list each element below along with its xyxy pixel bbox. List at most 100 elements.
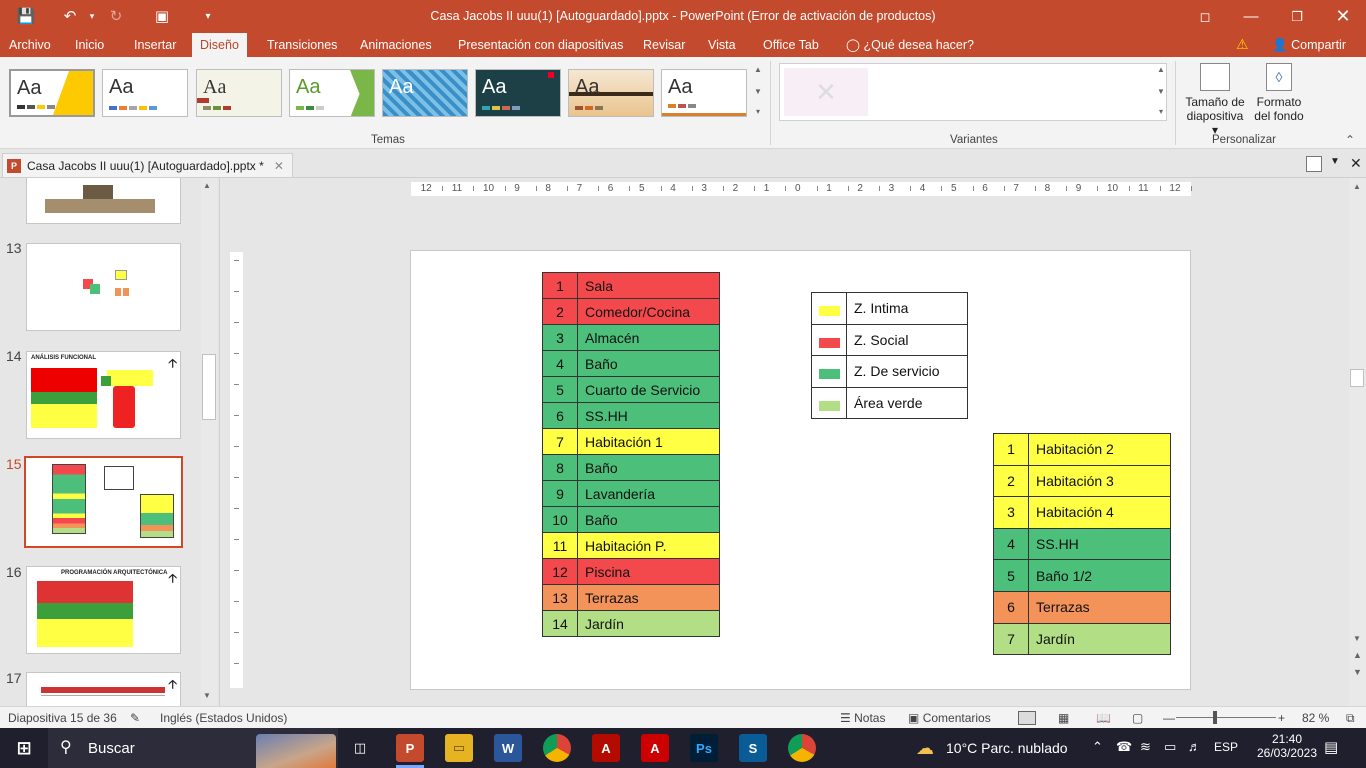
themes-scroll-down-icon[interactable]: ▼ <box>751 87 765 96</box>
table1-number-cell[interactable]: 3 <box>542 324 578 351</box>
table2-row[interactable]: 3 Habitación 4 <box>993 496 1171 529</box>
theme-7[interactable]: Aa <box>568 69 654 117</box>
close-tab-icon[interactable]: ✕ <box>274 159 284 173</box>
legend-row[interactable]: Z. Intima <box>811 292 968 325</box>
legend-label-cell[interactable]: Área verde <box>846 386 968 420</box>
table1-row[interactable]: 5 Cuarto de Servicio <box>542 376 720 403</box>
canvas-vertical-scrollbar[interactable]: ▲ ▼ ▲ ▼ <box>1349 178 1366 706</box>
table1-row[interactable]: 12 Piscina <box>542 558 720 585</box>
table1-row[interactable]: 13 Terrazas <box>542 584 720 611</box>
table2-number-cell[interactable]: 3 <box>993 496 1029 529</box>
zoom-level[interactable]: 82 % <box>1302 711 1329 725</box>
zone-legend-table[interactable]: Z. Intima Z. Social Z. De servicio Área ver… <box>811 292 968 420</box>
tab-vista[interactable]: Vista <box>700 33 744 57</box>
volume-icon[interactable]: ♬ <box>1188 739 1201 754</box>
table1-row[interactable]: 9 Lavandería <box>542 480 720 507</box>
table1-number-cell[interactable]: 1 <box>542 272 578 299</box>
legend-row[interactable]: Z. Social <box>811 323 968 357</box>
table2-number-cell[interactable]: 7 <box>993 622 1029 656</box>
format-background-button[interactable]: ◊ Formato del fondo <box>1250 63 1308 131</box>
table2-row[interactable]: 7 Jardín <box>993 622 1171 656</box>
table1-row[interactable]: 10 Baño <box>542 506 720 533</box>
table1-number-cell[interactable]: 12 <box>542 558 578 585</box>
notifications-icon[interactable]: ▤ <box>1324 738 1338 756</box>
table2-number-cell[interactable]: 2 <box>993 464 1029 498</box>
theme-4[interactable]: Aa <box>289 69 375 117</box>
theme-5[interactable]: Aa <box>382 69 468 117</box>
table1-label-cell[interactable]: Piscina <box>577 558 720 585</box>
table2-number-cell[interactable]: 4 <box>993 527 1029 561</box>
table1-label-cell[interactable]: SS.HH <box>577 402 720 429</box>
slide-thumbnail-15[interactable] <box>24 456 183 548</box>
table1-number-cell[interactable]: 11 <box>542 532 578 559</box>
slide-thumbnail-12[interactable] <box>26 178 181 224</box>
table2-row[interactable]: 6 Terrazas <box>993 590 1171 624</box>
theme-3[interactable]: Aa <box>196 69 282 117</box>
thumbnail-scroll-thumb[interactable] <box>202 354 216 420</box>
table2-row[interactable]: 1 Habitación 2 <box>993 433 1171 466</box>
acrobat-icon[interactable]: A <box>592 734 620 762</box>
previous-slide-icon[interactable]: ▲ <box>1353 650 1362 660</box>
clock[interactable]: 21:40 26/03/2023 <box>1257 732 1317 760</box>
task-view-icon[interactable]: ◫ <box>346 734 374 762</box>
table1-label-cell[interactable]: Cuarto de Servicio <box>577 376 720 403</box>
table1-row[interactable]: 11 Habitación P. <box>542 532 720 559</box>
table1-label-cell[interactable]: Habitación P. <box>577 532 720 559</box>
tell-me-box[interactable]: ◯ ¿Qué desea hacer? <box>838 33 982 57</box>
slide-thumbnail-14[interactable]: ANÁLISIS FUNCIONAL 🡡 <box>26 351 181 439</box>
chrome-profile-icon[interactable] <box>788 734 816 762</box>
powerpoint-taskbar-icon[interactable]: P <box>396 734 424 762</box>
slide-sorter-icon[interactable]: ▦ <box>1058 711 1069 725</box>
photoshop-icon[interactable]: Ps <box>690 734 718 762</box>
word-taskbar-icon[interactable]: W <box>494 734 522 762</box>
slide-thumbnail-16[interactable]: PROGRAMACIÓN ARQUITECTÓNICA 🡡 <box>26 566 181 654</box>
table1-number-cell[interactable]: 13 <box>542 584 578 611</box>
table2-label-cell[interactable]: Habitación 3 <box>1028 464 1171 498</box>
table1-row[interactable]: 3 Almacén <box>542 324 720 351</box>
legend-row[interactable]: Área verde <box>811 386 968 420</box>
document-tab[interactable]: P Casa Jacobs II uuu(1) [Autoguardado].p… <box>2 153 293 177</box>
wifi-icon[interactable]: ≋ <box>1140 739 1151 755</box>
table1-number-cell[interactable]: 7 <box>542 428 578 455</box>
table1-label-cell[interactable]: Almacén <box>577 324 720 351</box>
table2-number-cell[interactable]: 5 <box>993 559 1029 592</box>
comments-button[interactable]: ▣ Comentarios <box>908 711 991 725</box>
new-tab-icon[interactable] <box>1306 156 1322 172</box>
variants-more-icon[interactable]: ▾ <box>1154 107 1168 116</box>
program-table-second-floor[interactable]: 1 Habitación 2 2 Habitación 3 3 Habitación 44… <box>993 433 1171 656</box>
minimize-button[interactable]: — <box>1228 0 1274 33</box>
table1-number-cell[interactable]: 10 <box>542 506 578 533</box>
table2-number-cell[interactable]: 1 <box>993 433 1029 466</box>
table2-row[interactable]: 2 Habitación 3 <box>993 464 1171 498</box>
table1-number-cell[interactable]: 2 <box>542 298 578 325</box>
table1-row[interactable]: 1 Sala <box>542 272 720 299</box>
meet-now-icon[interactable]: ☎ <box>1116 739 1132 755</box>
warning-icon[interactable]: ⚠ <box>1236 36 1249 53</box>
close-button[interactable]: ✕ <box>1320 0 1366 33</box>
table1-label-cell[interactable]: Baño <box>577 350 720 377</box>
file-explorer-icon[interactable]: ▭ <box>445 734 473 762</box>
tab-presentacion[interactable]: Presentación con diapositivas <box>450 33 631 57</box>
slide-thumbnail-17[interactable]: 🡡 <box>26 672 181 706</box>
weather-icon[interactable]: ☁ <box>916 738 934 759</box>
tab-transiciones[interactable]: Transiciones <box>259 33 345 57</box>
thumbnail-scrollbar[interactable]: ▲ ▼ <box>201 178 217 706</box>
table1-number-cell[interactable]: 8 <box>542 454 578 481</box>
variants-gallery[interactable]: ✕ <box>779 63 1167 121</box>
table1-number-cell[interactable]: 4 <box>542 350 578 377</box>
theme-8[interactable]: Aa <box>661 69 747 117</box>
table1-number-cell[interactable]: 5 <box>542 376 578 403</box>
legend-label-cell[interactable]: Z. Intima <box>846 292 968 325</box>
tab-list-dropdown-icon[interactable]: ▼ <box>1330 156 1340 167</box>
table1-label-cell[interactable]: Baño <box>577 454 720 481</box>
collapse-ribbon-icon[interactable]: ⌃ <box>1345 133 1355 147</box>
windows-start-icon[interactable]: ⊞ <box>10 734 38 762</box>
tab-diseno[interactable]: Diseño <box>192 33 247 57</box>
table2-label-cell[interactable]: Jardín <box>1028 622 1171 656</box>
table1-label-cell[interactable]: Comedor/Cocina <box>577 298 720 325</box>
taskbar-search-box[interactable]: ⚲ Buscar <box>48 728 338 768</box>
table1-row[interactable]: 2 Comedor/Cocina <box>542 298 720 325</box>
scroll-up-icon[interactable]: ▲ <box>1353 182 1361 191</box>
table1-number-cell[interactable]: 6 <box>542 402 578 429</box>
zoom-slider-thumb[interactable] <box>1213 711 1217 724</box>
